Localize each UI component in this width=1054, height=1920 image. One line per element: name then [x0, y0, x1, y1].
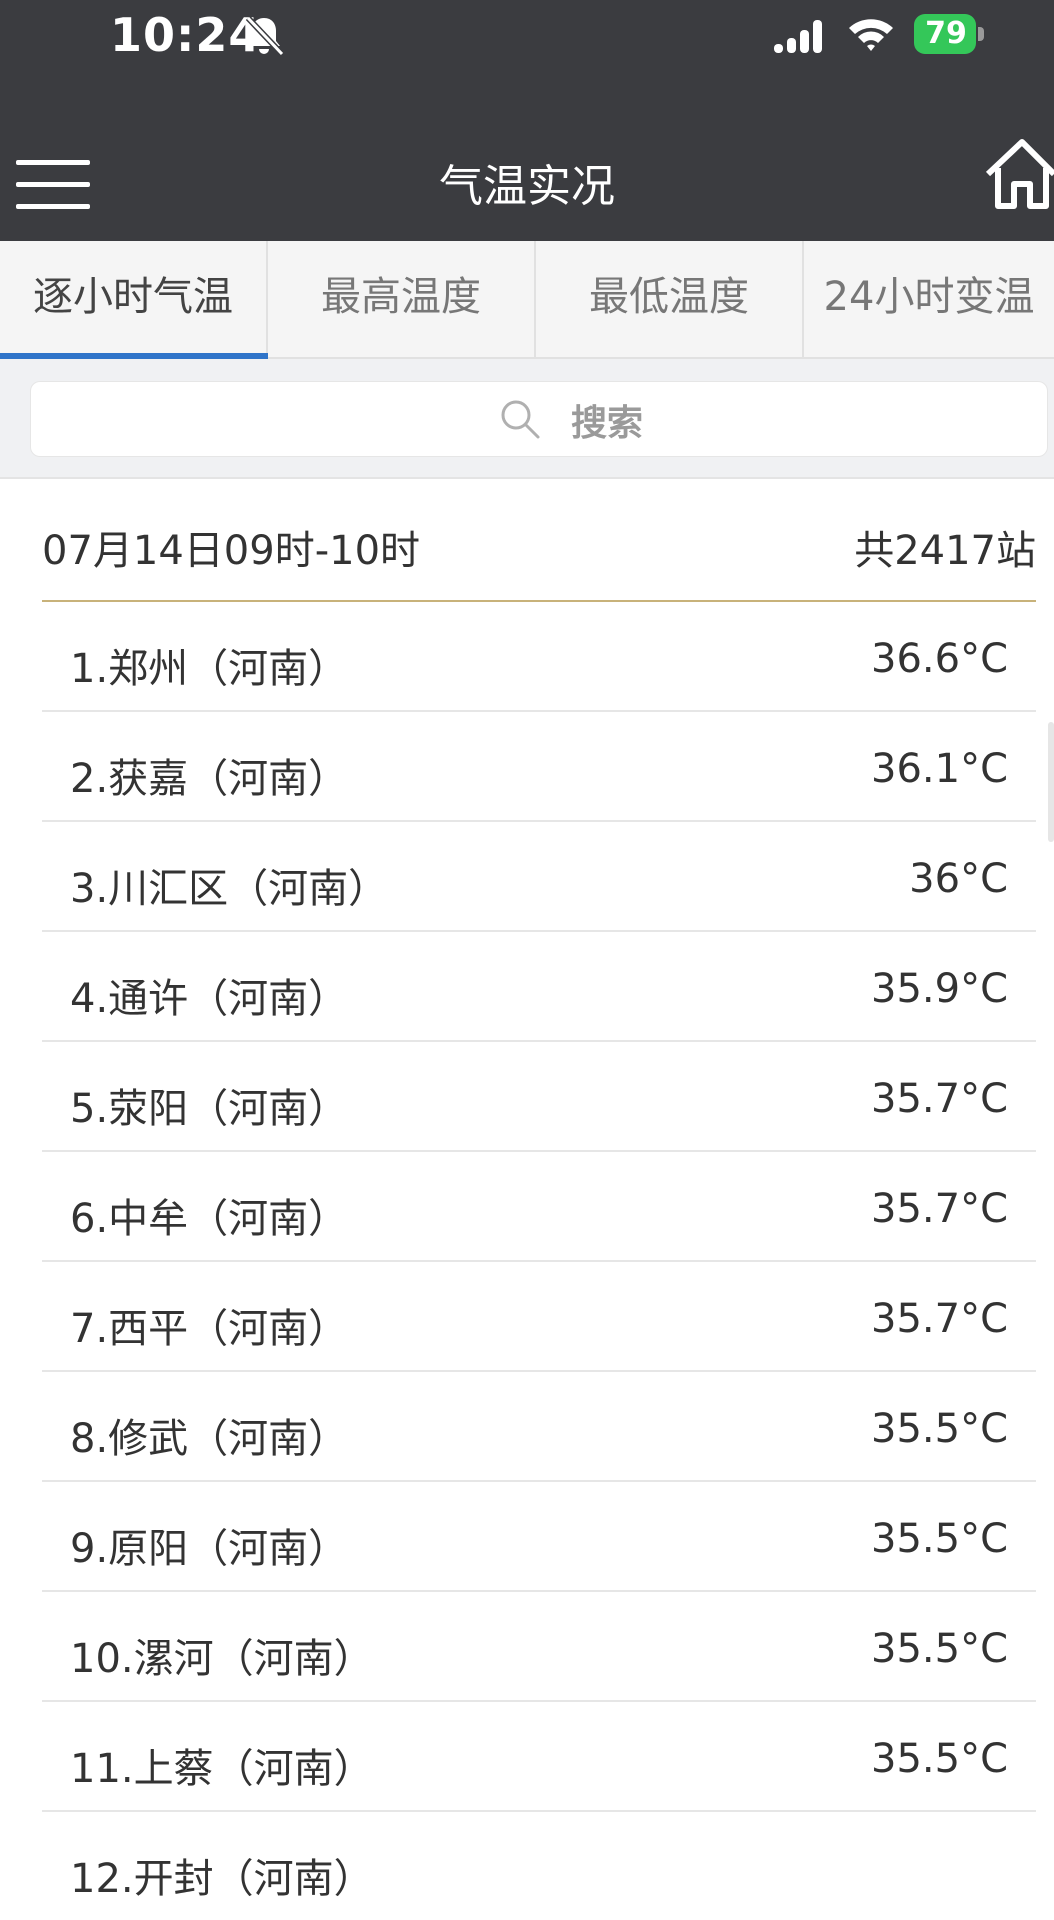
station-temperature: 35.9°C [871, 966, 1008, 1012]
list-item[interactable]: 10.漯河（河南） 35.5°C [42, 1592, 1036, 1702]
station-name: 2.获嘉（河南） [70, 756, 349, 802]
app-header: 10:24 79 气温实况 [0, 0, 1054, 241]
station-count: 共2417站 [854, 528, 1036, 574]
tab-24h-temperature-change[interactable]: 24小时变温 [804, 241, 1054, 357]
station-name: 9.原阳（河南） [70, 1526, 349, 1572]
station-name: 1.郑州（河南） [70, 646, 349, 692]
signal-icon [774, 20, 822, 53]
station-temperature: 35.7°C [871, 1076, 1008, 1122]
station-temperature: 35.5°C [871, 1516, 1008, 1562]
station-name: 4.通许（河南） [70, 976, 349, 1022]
tab-hourly-temperature[interactable]: 逐小时气温 [0, 241, 268, 359]
status-time: 10:24 [110, 8, 262, 62]
station-temperature: 35.5°C [871, 1406, 1008, 1452]
station-name: 7.西平（河南） [70, 1306, 349, 1352]
bell-off-icon [245, 15, 284, 57]
list-item[interactable]: 5.荥阳（河南） 35.7°C [42, 1042, 1036, 1152]
tab-label: 逐小时气温 [33, 274, 233, 320]
tab-label: 24小时变温 [823, 274, 1035, 320]
station-name: 11.上蔡（河南） [70, 1746, 374, 1792]
station-name: 3.川汇区（河南） [70, 866, 389, 912]
station-name: 8.修武（河南） [70, 1416, 349, 1462]
home-icon[interactable] [984, 136, 1054, 212]
list-item[interactable]: 6.中牟（河南） 35.7°C [42, 1152, 1036, 1262]
station-temperature: 36.1°C [871, 746, 1008, 792]
station-name: 6.中牟（河南） [70, 1196, 349, 1242]
list-item[interactable]: 3.川汇区（河南） 36°C [42, 822, 1036, 932]
tab-max-temperature[interactable]: 最高温度 [268, 241, 536, 357]
search-placeholder: 搜索 [571, 403, 644, 444]
station-list: 1.郑州（河南） 36.6°C 2.获嘉（河南） 36.1°C 3.川汇区（河南） 3… [42, 602, 1036, 1920]
search-area: 搜索 [0, 359, 1054, 479]
list-item[interactable]: 1.郑州（河南） 36.6°C [42, 602, 1036, 712]
station-temperature: 35.7°C [871, 1296, 1008, 1342]
list-item[interactable]: 9.原阳（河南） 35.5°C [42, 1482, 1036, 1592]
page-title: 气温实况 [439, 161, 615, 212]
list-header: 07月14日09时-10时 共2417站 [42, 480, 1036, 602]
battery-icon: 79 [914, 14, 986, 54]
scrollbar[interactable] [1048, 722, 1054, 842]
tab-label: 最低温度 [589, 274, 749, 320]
tab-bar: 逐小时气温 最高温度 最低温度 24小时变温 [0, 241, 1054, 359]
station-temperature: 35.7°C [871, 1186, 1008, 1232]
station-name: 5.荥阳（河南） [70, 1086, 349, 1132]
search-icon [501, 400, 540, 439]
list-item[interactable]: 7.西平（河南） 35.7°C [42, 1262, 1036, 1372]
station-temperature: 35.5°C [871, 1736, 1008, 1782]
station-temperature: 36.6°C [871, 636, 1008, 682]
list-item[interactable]: 4.通许（河南） 35.9°C [42, 932, 1036, 1042]
date-range: 07月14日09时-10时 [42, 528, 421, 574]
station-temperature: 35.5°C [871, 1626, 1008, 1672]
list-item[interactable]: 11.上蔡（河南） 35.5°C [42, 1702, 1036, 1812]
battery-level: 79 [925, 16, 967, 51]
tab-label: 最高温度 [321, 274, 481, 320]
tab-min-temperature[interactable]: 最低温度 [536, 241, 804, 357]
station-temperature: 36°C [909, 856, 1008, 902]
search-input[interactable]: 搜索 [30, 381, 1048, 457]
station-name: 10.漯河（河南） [70, 1636, 374, 1682]
station-name: 12.开封（河南） [70, 1856, 374, 1902]
list-item[interactable]: 8.修武（河南） 35.5°C [42, 1372, 1036, 1482]
wifi-icon [849, 19, 893, 51]
list-item[interactable]: 2.获嘉（河南） 36.1°C [42, 712, 1036, 822]
list-item[interactable]: 12.开封（河南） [42, 1812, 1036, 1920]
